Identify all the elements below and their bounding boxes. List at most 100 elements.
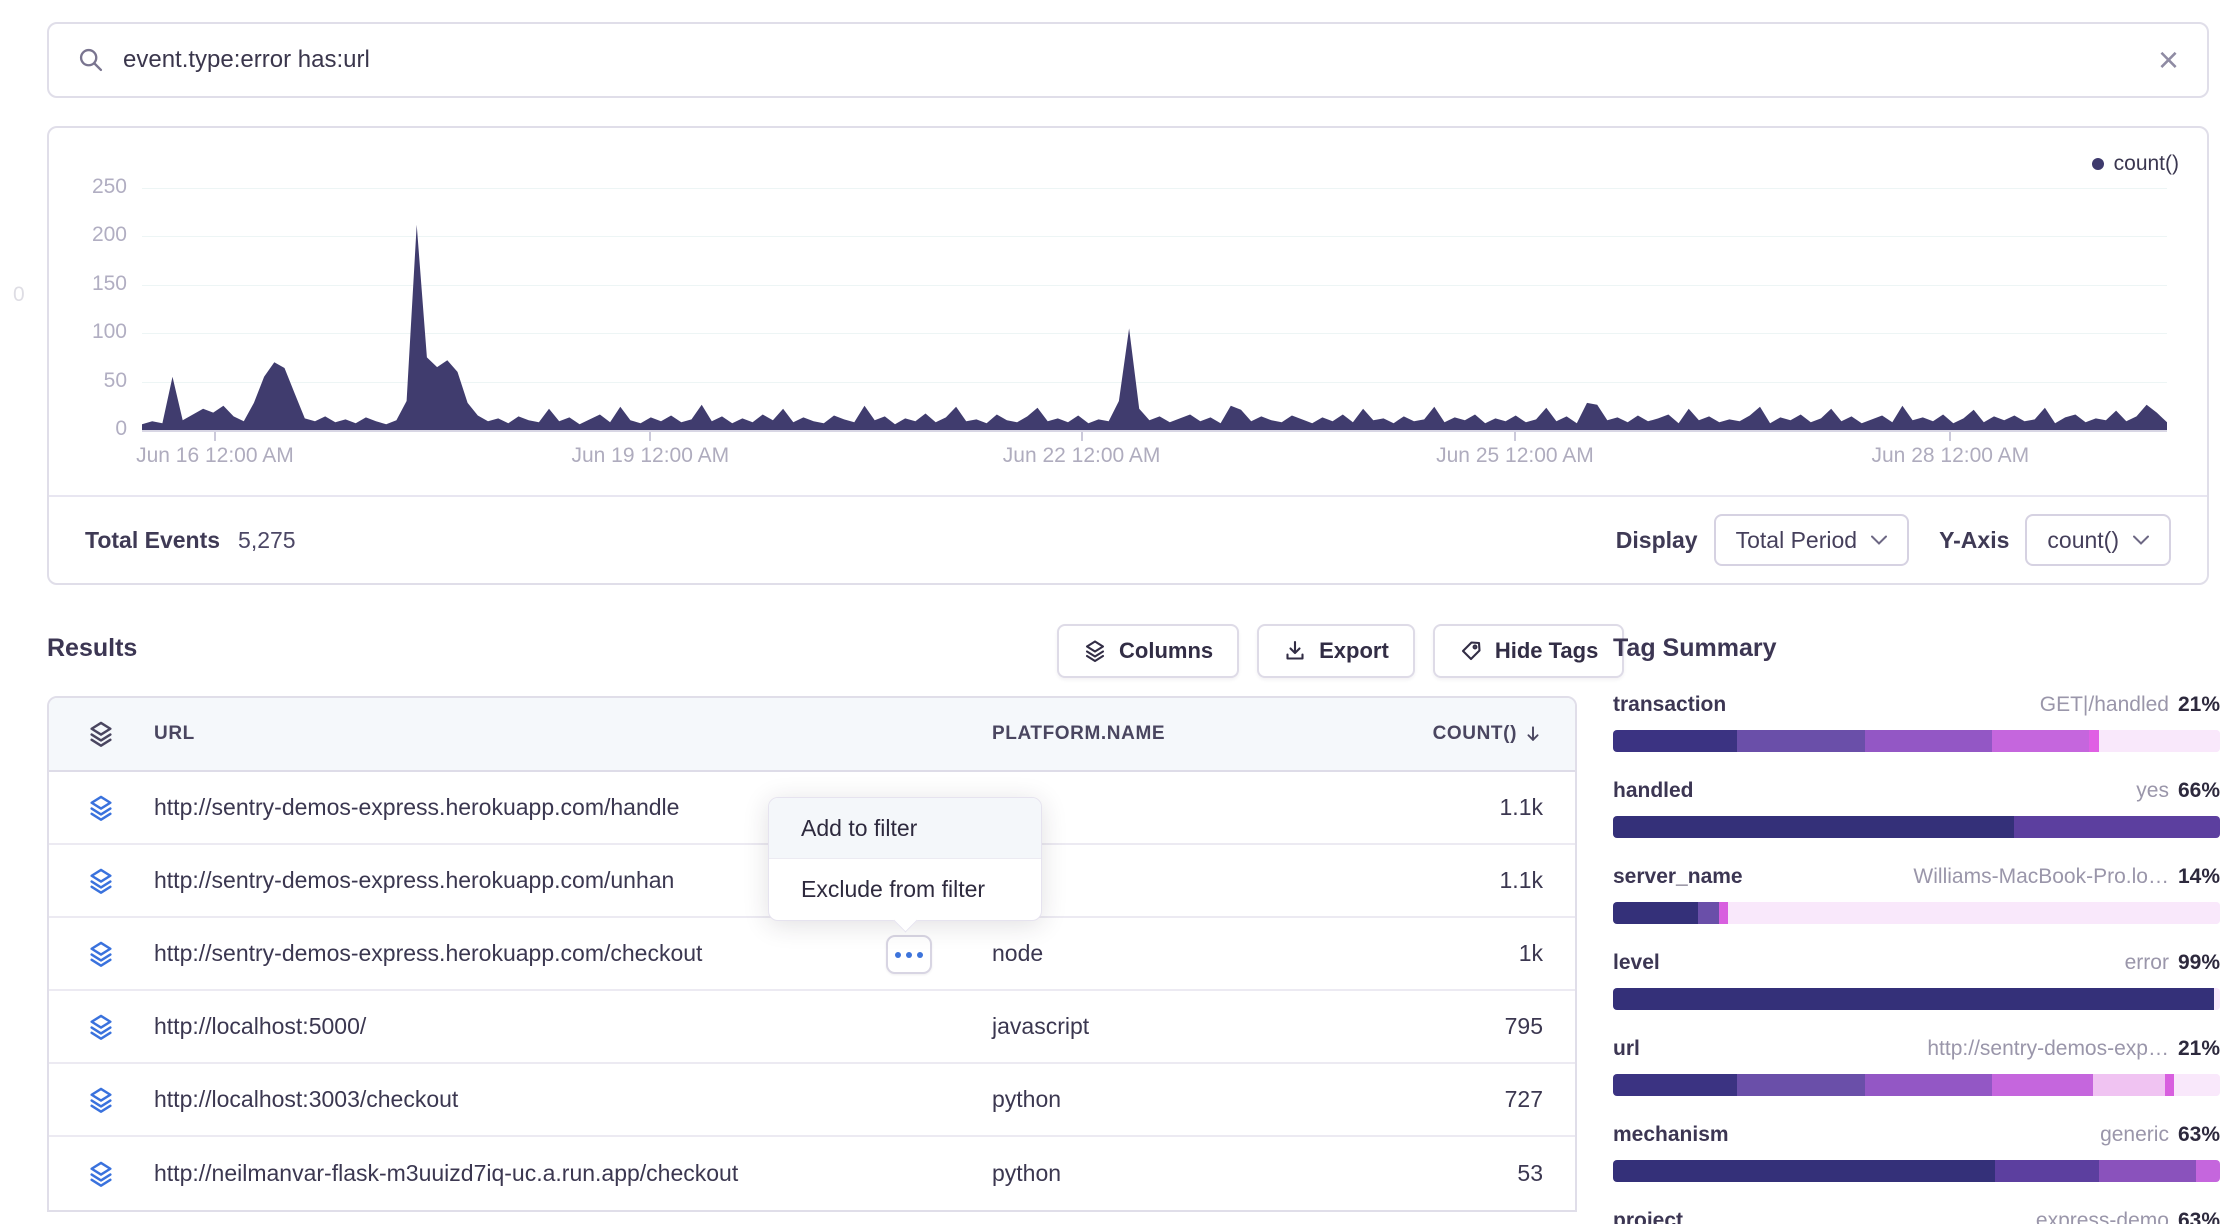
cell-context-menu: Add to filter Exclude from filter <box>768 797 1042 921</box>
x-axis-tick-label: Jun 28 12:00 AM <box>1830 444 2070 468</box>
count-cell[interactable]: 1.1k <box>1415 867 1575 894</box>
tag-top-percent: 63% <box>2178 1123 2220 1147</box>
column-header-url[interactable]: URL <box>154 723 992 745</box>
yaxis-select-value: count() <box>2047 527 2119 554</box>
tag-bar-segment <box>2165 1074 2174 1096</box>
tag-distribution-bar[interactable] <box>1613 902 2220 924</box>
platform-cell[interactable]: javascript <box>992 1013 1415 1040</box>
tag-bar-segment <box>1865 1074 1992 1096</box>
tag-bar-segment <box>2196 1160 2220 1182</box>
tag-distribution-bar[interactable] <box>1613 816 2220 838</box>
count-area-series[interactable] <box>142 188 2167 430</box>
tag-summary-item: handledyes66% <box>1613 779 2220 838</box>
count-cell[interactable]: 53 <box>1415 1160 1575 1187</box>
tag-bar-segment <box>1992 1074 2092 1096</box>
url-cell[interactable]: http://localhost:5000/ <box>154 1013 992 1040</box>
table-row[interactable]: http://sentry-demos-express.herokuapp.co… <box>49 918 1575 991</box>
tag-bar-segment <box>1737 1074 1864 1096</box>
platform-cell[interactable]: node <box>992 940 1415 967</box>
menu-item-add-to-filter[interactable]: Add to filter <box>769 798 1041 859</box>
tag-top-value: Williams-MacBook-Pro.lo… <box>1913 865 2169 889</box>
export-button[interactable]: Export <box>1257 624 1415 678</box>
tag-bar-segment <box>2214 988 2220 1010</box>
tag-top-value: error <box>2125 951 2169 975</box>
tag-top-percent: 21% <box>2178 693 2220 717</box>
tag-name: handled <box>1613 779 1694 803</box>
tag-summary-item: transactionGET|/handled21% <box>1613 693 2220 752</box>
x-axis-tick-label: Jun 19 12:00 AM <box>530 444 770 468</box>
table-header-row: URL PLATFORM.NAME COUNT() <box>49 698 1575 772</box>
table-actions: Columns Export Hide Tags <box>1057 624 1624 678</box>
x-axis-tick-label: Jun 25 12:00 AM <box>1395 444 1635 468</box>
x-axis-tick <box>1081 432 1083 441</box>
columns-button[interactable]: Columns <box>1057 624 1239 678</box>
tag-bar-segment <box>2089 730 2098 752</box>
total-events-label: Total Events <box>85 527 220 554</box>
download-icon <box>1283 639 1307 663</box>
display-select-value: Total Period <box>1736 527 1857 554</box>
legend-dot-icon <box>2092 158 2104 170</box>
tag-bar-segment <box>1613 1160 1995 1182</box>
tag-bar-segment <box>1995 1160 2098 1182</box>
url-cell[interactable]: http://neilmanvar-flask-m3uuizd7iq-uc.a.… <box>154 1160 992 1187</box>
count-cell[interactable]: 1.1k <box>1415 794 1575 821</box>
search-input[interactable]: event.type:error has:url <box>123 46 2158 74</box>
platform-cell[interactable]: python <box>992 1160 1415 1187</box>
url-cell[interactable]: http://localhost:3003/checkout <box>154 1086 992 1113</box>
results-table: URL PLATFORM.NAME COUNT() http://sentry-… <box>47 696 1577 1212</box>
display-select[interactable]: Total Period <box>1714 514 1909 566</box>
tag-distribution-bar[interactable] <box>1613 1074 2220 1096</box>
tag-top-value: yes <box>2136 779 2169 803</box>
platform-cell[interactable]: python <box>992 1086 1415 1113</box>
tag-distribution-bar[interactable] <box>1613 1160 2220 1182</box>
tag-top-value: express-demo <box>2036 1209 2169 1224</box>
tag-top-percent: 63% <box>2178 1209 2220 1224</box>
layers-icon <box>1083 639 1107 663</box>
tag-distribution-bar[interactable] <box>1613 988 2220 1010</box>
tag-summary-item: levelerror99% <box>1613 951 2220 1010</box>
url-cell[interactable]: http://sentry-demos-express.herokuapp.co… <box>154 940 992 967</box>
y-axis-tick-label: 250 <box>57 175 127 199</box>
count-cell[interactable]: 727 <box>1415 1086 1575 1113</box>
tag-bar-segment <box>2099 1160 2196 1182</box>
count-cell[interactable]: 1k <box>1415 940 1575 967</box>
columns-button-label: Columns <box>1119 638 1213 664</box>
clear-search-icon[interactable]: × <box>2158 42 2179 78</box>
search-bar[interactable]: event.type:error has:url × <box>47 22 2209 98</box>
yaxis-select[interactable]: count() <box>2025 514 2171 566</box>
tag-bar-segment <box>2093 1074 2166 1096</box>
search-icon <box>77 46 105 74</box>
total-events-value: 5,275 <box>238 527 296 554</box>
stack-icon <box>87 867 117 895</box>
count-cell[interactable]: 795 <box>1415 1013 1575 1040</box>
tag-top-percent: 14% <box>2178 865 2220 889</box>
tag-name: url <box>1613 1037 1640 1061</box>
table-row[interactable]: http://localhost:5000/javascript795 <box>49 991 1575 1064</box>
column-header-platform[interactable]: PLATFORM.NAME <box>992 723 1415 745</box>
x-axis-tick <box>214 432 216 441</box>
x-axis-tick <box>1514 432 1516 441</box>
tag-summary-item: project express-demo 63% <box>1613 1209 2220 1224</box>
events-chart-panel: count() Total Events 5,275 Display Total… <box>47 126 2209 585</box>
stack-icon <box>87 1013 117 1041</box>
table-row[interactable]: http://localhost:3003/checkoutpython727 <box>49 1064 1575 1137</box>
tag-bar-segment <box>1728 902 2220 924</box>
chevron-down-icon <box>1871 535 1887 545</box>
tag-bar-segment <box>1613 816 2014 838</box>
table-row[interactable]: http://neilmanvar-flask-m3uuizd7iq-uc.a.… <box>49 1137 1575 1210</box>
tag-name: project <box>1613 1209 1683 1224</box>
column-header-count[interactable]: COUNT() <box>1415 723 1575 745</box>
stack-icon <box>87 1160 117 1188</box>
tag-bar-segment <box>1992 730 2089 752</box>
tag-top-value: http://sentry-demos-exp… <box>1927 1037 2169 1061</box>
tag-top-value: GET|/handled <box>2040 693 2169 717</box>
chart-legend[interactable]: count() <box>2092 152 2179 176</box>
tag-summary-panel: Tag Summary transactionGET|/handled21%ha… <box>1613 634 2220 1224</box>
hide-tags-button[interactable]: Hide Tags <box>1433 624 1625 678</box>
tag-distribution-bar[interactable] <box>1613 730 2220 752</box>
y-axis-tick-label: 0 <box>57 417 127 441</box>
tag-icon <box>1459 639 1483 663</box>
chart-footer: Total Events 5,275 Display Total Period … <box>49 495 2207 583</box>
cell-actions-button[interactable] <box>886 935 932 974</box>
tag-summary-item: server_nameWilliams-MacBook-Pro.lo…14% <box>1613 865 2220 924</box>
